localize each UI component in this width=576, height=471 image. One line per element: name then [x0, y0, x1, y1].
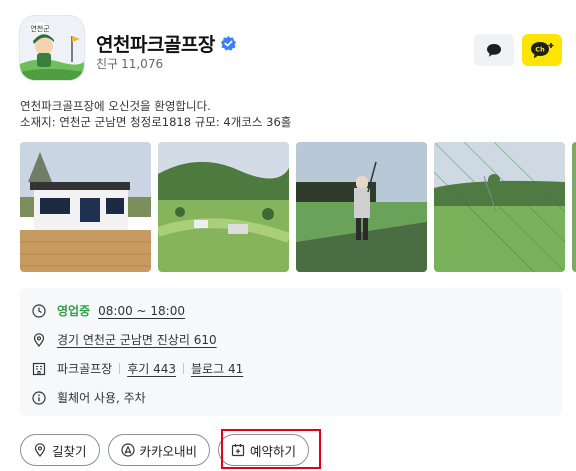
chat-bubble-icon: [487, 43, 501, 57]
address-link[interactable]: 경기 연천군 군남면 진상리 610: [57, 331, 217, 348]
amenities-row: 휠체어 사용, 주차: [32, 389, 146, 406]
verified-badge-icon: [220, 35, 236, 51]
business-hours[interactable]: 08:00 ~ 18:00: [98, 304, 185, 318]
friends-count: 친구 11,076: [96, 55, 163, 72]
golf-mascot-logo: 연천군: [20, 16, 84, 80]
directions-label: 길찾기: [52, 443, 87, 459]
location-pin-icon: [34, 443, 46, 457]
svg-text:Ch: Ch: [535, 46, 545, 54]
kakaonavi-button[interactable]: 카카오내비: [107, 434, 211, 466]
intro-line-2: 소재지: 연천군 군남면 청정로1818 규모: 4개코스 36홀: [20, 115, 292, 129]
clock-icon: [32, 303, 46, 318]
kakaonavi-label: 카카오내비: [139, 443, 198, 459]
category-label: 파크골프장: [57, 362, 113, 376]
channel-name: 연천파크골프장: [96, 34, 215, 56]
intro-text: 연천파크골프장에 오신것을 환영합니다. 소재지: 연천군 군남면 청정로181…: [20, 98, 291, 130]
photo-gallery: [20, 142, 576, 272]
photo-partial[interactable]: [572, 142, 576, 272]
photo-driving-range[interactable]: [296, 142, 427, 272]
photo-netted-range[interactable]: [434, 142, 565, 272]
chat-button[interactable]: [474, 34, 514, 66]
blog-link[interactable]: 블로그 41: [191, 360, 243, 377]
profile-image[interactable]: 연천군: [19, 15, 85, 81]
reviews-link[interactable]: 후기 443: [127, 360, 176, 377]
friends-number: 11,076: [121, 57, 164, 71]
info-icon: [32, 390, 46, 405]
open-status: 영업중: [57, 304, 91, 318]
directions-button[interactable]: 길찾기: [20, 434, 100, 466]
divider: [119, 363, 121, 374]
building-icon: [32, 362, 46, 375]
navigation-icon: [120, 443, 135, 457]
channel-plus-icon: Ch: [531, 42, 554, 59]
divider: [183, 363, 185, 374]
friends-label: 친구: [96, 57, 119, 71]
address-row: 경기 연천군 군남면 진상리 610: [32, 331, 217, 348]
photo-course-aerial[interactable]: [158, 142, 289, 272]
hours-row: 영업중 08:00 ~ 18:00: [32, 302, 185, 319]
intro-line-1: 연천파크골프장에 오신것을 환영합니다.: [20, 99, 211, 113]
logo-text: 연천군: [30, 24, 50, 33]
add-channel-button[interactable]: Ch: [522, 34, 562, 66]
info-panel: 영업중 08:00 ~ 18:00 경기 연천군 군남면 진상리 610 파크골…: [20, 288, 562, 416]
category-row: 파크골프장 후기 443 블로그 41: [32, 360, 243, 377]
location-pin-icon: [33, 332, 45, 347]
photo-clubhouse[interactable]: [20, 142, 151, 272]
reserve-highlight-box: [221, 429, 321, 469]
amenities-text: 휠체어 사용, 주차: [57, 391, 146, 405]
